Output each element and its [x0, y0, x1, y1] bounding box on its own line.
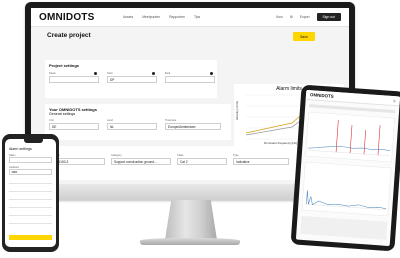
omnidots-settings-card: Your OMNIDOTS settings General settings … — [45, 104, 231, 140]
project-settings-card: Project settings Naam Start DP Eind — [45, 60, 217, 98]
chart-x-axis-label: Dominant frequency [Hz] — [264, 141, 298, 145]
info-icon[interactable] — [152, 72, 155, 75]
field-label-start: Start — [107, 72, 113, 75]
device-mockup-scene: OMNIDOTS Assets Meetpunten Rapporten Tip… — [0, 0, 400, 258]
top-nav: OMNIDOTS Assets Meetpunten Rapporten Tip… — [31, 8, 349, 27]
field-label-eind: Eind — [165, 72, 171, 75]
tablet: OMNIDOTS ☰ — [290, 84, 400, 252]
type-select[interactable]: Indicative — [233, 158, 289, 165]
info-icon[interactable] — [94, 72, 97, 75]
phone-notch — [24, 139, 43, 143]
field-label-category: Category — [111, 154, 122, 157]
monitor-stand — [165, 200, 217, 240]
nav-item-tips[interactable]: Tips — [194, 15, 200, 19]
timezone-select[interactable]: Europe/Amsterdam — [165, 123, 221, 130]
field-label-unit: Unit — [49, 119, 54, 122]
phone-guideline-select[interactable]: SBR — [9, 169, 52, 175]
divider — [9, 191, 52, 192]
nav-item-ikon[interactable]: Ikon — [276, 15, 282, 19]
brand-logo[interactable]: OMNIDOTS — [39, 12, 103, 23]
field-label-type: Type — [233, 154, 239, 157]
phone-screen: Alarm settings Naam Guideline SBR — [5, 139, 56, 247]
nav-item-assets[interactable]: Assets — [123, 15, 133, 19]
divider — [9, 199, 52, 200]
info-icon[interactable] — [210, 72, 213, 75]
unit-select[interactable]: DE — [49, 123, 99, 130]
nav-right: Ikon ⚙ Export Sign out — [276, 13, 341, 21]
nav-menu: Assets Meetpunten Rapporten Tips — [123, 15, 200, 19]
field-label-naam: Naam — [49, 72, 56, 75]
project-settings-title: Project settings — [49, 63, 80, 68]
tablet-bottom-chart — [301, 161, 392, 217]
category-select[interactable]: Support construction ground... — [111, 158, 171, 165]
class-select[interactable]: Cat 2 — [177, 158, 227, 165]
general-settings-subtitle: General settings — [49, 112, 76, 116]
field-label-land: Land — [107, 119, 113, 122]
menu-icon[interactable]: ☰ — [393, 99, 396, 103]
tablet-screen: OMNIDOTS ☰ — [295, 89, 400, 247]
tablet-footer — [300, 215, 388, 240]
tablet-brand-logo[interactable]: OMNIDOTS — [310, 92, 334, 99]
tablet-toolbar — [309, 104, 396, 114]
nav-item-meetpunten[interactable]: Meetpunten — [142, 15, 160, 19]
alarm-settings-card: Guideline DIN 4150-3 Category Support co… — [45, 146, 335, 180]
tablet-top-chart — [305, 111, 395, 163]
save-button[interactable]: Save — [293, 32, 315, 41]
monitor-stand-base — [140, 238, 240, 245]
divider — [9, 207, 52, 208]
phone-name-input[interactable] — [9, 157, 52, 163]
country-select[interactable]: NL — [107, 123, 157, 130]
field-label-class: Class — [177, 154, 184, 157]
page-title: Create project — [47, 32, 91, 39]
phone-save-button[interactable] — [9, 235, 52, 240]
project-start-input[interactable]: DP — [107, 76, 157, 83]
divider — [9, 215, 52, 216]
smartphone: Alarm settings Naam Guideline SBR — [2, 134, 59, 252]
field-label-timezone: Timezone — [165, 119, 177, 122]
project-name-input[interactable] — [49, 76, 99, 83]
divider — [9, 223, 52, 224]
nav-item-rapporten[interactable]: Rapporten — [169, 15, 185, 19]
chart-y-axis-label: Velocity (mm/s) — [235, 100, 239, 120]
project-end-input[interactable] — [165, 76, 215, 83]
divider — [9, 183, 52, 184]
tablet-dashboard — [300, 104, 396, 240]
settings-icon[interactable]: ⚙ — [290, 15, 293, 19]
nav-item-export[interactable]: Export — [300, 15, 310, 19]
phone-page-title: Alarm settings — [9, 147, 32, 151]
signout-button[interactable]: Sign out — [316, 13, 341, 21]
